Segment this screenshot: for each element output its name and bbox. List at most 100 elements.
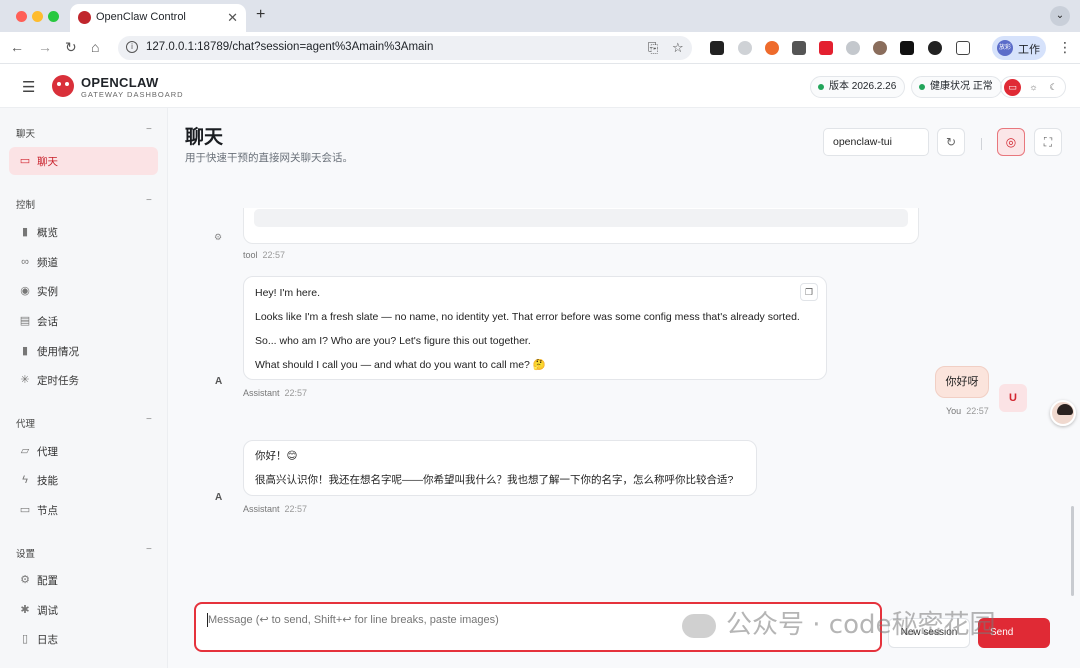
message-line: 很高兴认识你！我还在想名字呢——你希望叫我什么？我也想了解一下你的名字，怎么称呼… xyxy=(255,474,734,486)
sidebar-item-label: 代理 xyxy=(37,446,58,458)
brain-toggle-icon[interactable]: ◎ xyxy=(997,128,1025,156)
openclaw-logo-icon xyxy=(52,75,74,97)
sidebar-item-label: 定时任务 xyxy=(37,375,79,387)
sidebar-item-debug[interactable]: ✱ 调试 xyxy=(9,596,158,624)
translate-icon[interactable]: ⎘ xyxy=(648,40,658,56)
profile-avatar: 放彩 xyxy=(997,40,1013,56)
sidebar-item-label: 调试 xyxy=(37,605,58,617)
message-line: What should I call you — and what do you… xyxy=(255,359,546,371)
extension-icon[interactable] xyxy=(765,41,779,55)
assistant-avatar: A xyxy=(215,492,223,503)
user-avatar: U xyxy=(999,384,1027,412)
bookmark-star-icon[interactable]: ☆ xyxy=(672,40,684,56)
sidebar-item-nodes[interactable]: ▭ 节点 xyxy=(9,496,158,524)
browser-tab[interactable]: OpenClaw Control ✕ xyxy=(70,4,246,32)
extension-icon[interactable] xyxy=(738,41,752,55)
brand-subtitle: GATEWAY DASHBOARD xyxy=(81,90,184,99)
page-title: 聊天 xyxy=(185,127,224,148)
extension-icon[interactable] xyxy=(846,41,860,55)
broadcast-icon: ◉ xyxy=(20,285,30,297)
profile-label: 工作 xyxy=(1018,44,1040,56)
sidebar-item-channels[interactable]: ∞ 频道 xyxy=(9,248,158,276)
tool-output-body xyxy=(254,209,908,227)
extension-icon[interactable] xyxy=(873,41,887,55)
sidebar-item-instances[interactable]: ◉ 实例 xyxy=(9,277,158,305)
message-meta: Assistant 22:57 xyxy=(243,504,308,514)
assistant-message: Hey! I'm here. Looks like I'm a fresh sl… xyxy=(243,276,827,380)
message-line: So... who am I? Who are you? Let's figur… xyxy=(255,335,531,347)
home-icon[interactable]: ⌂ xyxy=(91,39,99,55)
floating-assistant-avatar[interactable] xyxy=(1050,400,1076,426)
moon-icon[interactable]: ☾ xyxy=(1045,79,1062,96)
refresh-icon[interactable]: ↻ xyxy=(937,128,965,156)
sidebar-item-skills[interactable]: ϟ 技能 xyxy=(9,466,158,494)
close-window-button[interactable] xyxy=(16,11,27,22)
chat-scrollbar[interactable] xyxy=(1071,506,1074,596)
browser-menu-icon[interactable]: ⋮ xyxy=(1058,39,1072,56)
nav-group-title: 设置 xyxy=(16,549,36,560)
status-dot-icon xyxy=(919,84,925,90)
assistant-message: 你好！😊 很高兴认识你！我还在想名字呢——你希望叫我什么？我也想了解一下你的名字… xyxy=(243,440,757,496)
minimize-window-button[interactable] xyxy=(32,11,43,22)
focus-mode-icon[interactable]: ⛶ xyxy=(1034,128,1062,156)
copy-icon[interactable]: ❐ xyxy=(800,283,818,301)
sidebar-item-cron[interactable]: ✳ 定时任务 xyxy=(9,366,158,394)
message-meta: tool 22:57 xyxy=(243,250,286,260)
sidebar-item-agents[interactable]: ▱ 代理 xyxy=(9,437,158,465)
extension-icon[interactable] xyxy=(819,41,833,55)
nav-group-title: 聊天 xyxy=(16,129,36,140)
openclaw-app: ☰ OPENCLAW GATEWAY DASHBOARD 版本 2026.2.2… xyxy=(0,64,1080,668)
sidebar-item-label: 频道 xyxy=(37,257,58,269)
openclaw-favicon-icon xyxy=(78,11,91,24)
gear-icon: ⚙ xyxy=(20,574,30,586)
message-meta: Assistant 22:57 xyxy=(243,388,308,398)
sun-icon[interactable]: ☼ xyxy=(1025,79,1042,96)
extension-icon[interactable] xyxy=(792,41,806,55)
address-bar[interactable]: i 127.0.0.1:18789/chat?session=agent%3Am… xyxy=(118,36,692,60)
nav-group-title: 代理 xyxy=(16,419,36,430)
sidebar-item-label: 聊天 xyxy=(37,156,58,168)
sidebar: 聊天 − ▭ 聊天 控制 − ▮ 概览 ∞ 频道 ◉ 实例 ▤ 会话 ▮ 使用情… xyxy=(0,108,168,668)
close-tab-icon[interactable]: ✕ xyxy=(227,10,238,26)
theme-switcher: ▭ ☼ ☾ xyxy=(1000,76,1066,98)
collapse-icon[interactable]: − xyxy=(146,124,152,135)
extensions-puzzle-icon[interactable] xyxy=(956,41,970,55)
extension-icon[interactable] xyxy=(900,41,914,55)
extension-icon[interactable] xyxy=(710,41,724,55)
forward-arrow-icon[interactable]: → xyxy=(38,39,52,55)
page-subtitle: 用于快速干预的直接网关聊天会话。 xyxy=(185,152,353,164)
health-badge: 健康状况 正常 xyxy=(911,76,1002,98)
sidebar-item-overview[interactable]: ▮ 概览 xyxy=(9,218,158,246)
browser-toolbar: ← → ↻ ⌂ i 127.0.0.1:18789/chat?session=a… xyxy=(0,32,1080,64)
user-message: 你好呀 xyxy=(935,366,989,398)
sidebar-item-label: 会话 xyxy=(37,316,58,328)
system-theme-icon[interactable]: ▭ xyxy=(1004,79,1021,96)
tab-search-chevron-icon[interactable]: ⌄ xyxy=(1050,6,1070,26)
collapse-icon[interactable]: − xyxy=(146,195,152,206)
address-url[interactable]: 127.0.0.1:18789/chat?session=agent%3Amai… xyxy=(146,41,433,53)
status-dot-icon xyxy=(818,84,824,90)
collapse-icon[interactable]: − xyxy=(146,544,152,555)
sidebar-item-usage[interactable]: ▮ 使用情况 xyxy=(9,337,158,365)
profile-button[interactable]: 放彩 工作 xyxy=(992,36,1046,60)
message-line: Hey! I'm here. xyxy=(255,287,321,299)
collapse-icon[interactable]: − xyxy=(146,414,152,425)
menu-toggle-icon[interactable]: ☰ xyxy=(22,78,35,96)
monitor-icon: ▭ xyxy=(19,504,31,516)
reload-icon[interactable]: ↻ xyxy=(65,39,77,56)
tab-title: OpenClaw Control xyxy=(96,11,186,23)
sidebar-item-label: 技能 xyxy=(37,475,58,487)
wechat-logo-icon xyxy=(682,613,716,638)
new-tab-icon[interactable]: + xyxy=(256,6,265,24)
session-select[interactable]: openclaw-tui xyxy=(823,128,929,156)
sidebar-item-sessions[interactable]: ▤ 会话 xyxy=(9,307,158,335)
extension-icon[interactable] xyxy=(928,41,942,55)
sidebar-item-logs[interactable]: ▯ 日志 xyxy=(9,625,158,653)
bar-chart-icon: ▮ xyxy=(21,345,29,357)
site-info-icon[interactable]: i xyxy=(126,41,138,53)
sidebar-item-chat[interactable]: ▭ 聊天 xyxy=(9,147,158,175)
maximize-window-button[interactable] xyxy=(48,11,59,22)
app-header: ☰ OPENCLAW GATEWAY DASHBOARD 版本 2026.2.2… xyxy=(0,64,1080,108)
back-arrow-icon[interactable]: ← xyxy=(10,39,24,55)
sidebar-item-config[interactable]: ⚙ 配置 xyxy=(9,566,158,594)
